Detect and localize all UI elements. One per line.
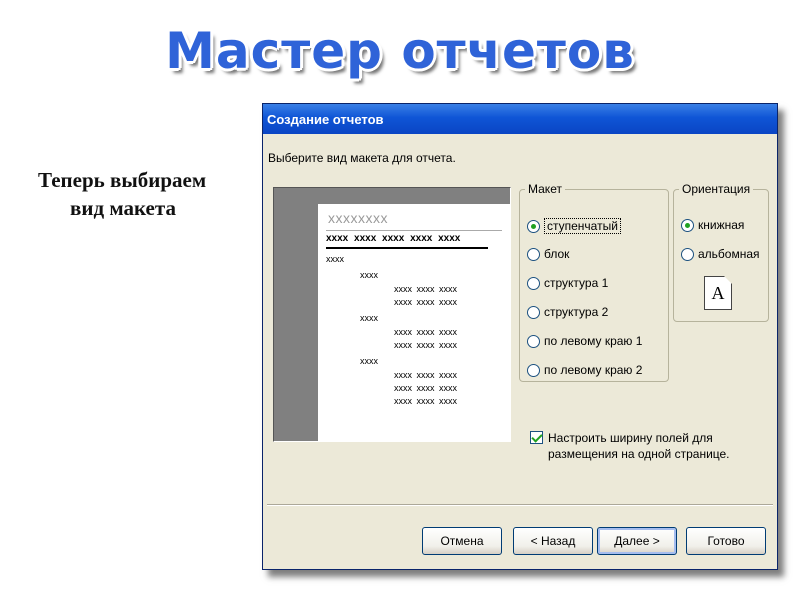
caption-line-2: вид макета — [70, 196, 176, 220]
radio-layout-block[interactable]: блок — [527, 247, 569, 261]
radio-layout-stepped[interactable]: ступенчатый — [527, 218, 621, 234]
preview-row: xxxx xxxx xxxx — [394, 297, 458, 307]
radio-selected-icon — [527, 219, 540, 233]
radio-layout-align-left-2[interactable]: по левому краю 2 — [527, 363, 642, 377]
radio-icon — [527, 305, 540, 319]
radio-selected-icon — [681, 218, 694, 232]
radio-icon — [527, 334, 540, 348]
fit-width-checkbox[interactable]: Настроить ширину полей для размещения на… — [530, 430, 758, 462]
layout-prompt: Выберите вид макета для отчета. — [268, 151, 456, 165]
preview-header-rule — [326, 247, 488, 249]
back-button[interactable]: < Назад — [513, 527, 593, 555]
layout-group-label: Макет — [528, 182, 562, 196]
preview-page: xxxxxxxx xxxx xxxx xxxx xxxx xxxx xxxx x… — [318, 204, 510, 442]
preview-row: xxxx xxxx xxxx — [394, 327, 458, 337]
preview-row: xxxx — [326, 254, 344, 264]
checkbox-label: Настроить ширину полей для размещения на… — [548, 431, 730, 461]
checkbox-checked-icon — [530, 431, 543, 444]
orientation-group: Ориентация книжная альбомная A — [673, 182, 769, 322]
cancel-button[interactable]: Отмена — [422, 527, 502, 555]
preview-row: xxxx xxxx xxxx — [394, 396, 458, 406]
portrait-page-icon: A — [704, 276, 732, 310]
preview-row: xxxx — [360, 270, 378, 280]
radio-label: по левому краю 1 — [544, 334, 643, 348]
radio-icon — [527, 247, 540, 261]
radio-icon — [527, 363, 540, 377]
layout-preview: xxxxxxxx xxxx xxxx xxxx xxxx xxxx xxxx x… — [273, 187, 511, 442]
preview-row: xxxx xxxx xxxx — [394, 383, 458, 393]
preview-title: xxxxxxxx — [328, 210, 388, 226]
radio-label: альбомная — [698, 247, 760, 261]
orientation-group-label: Ориентация — [682, 182, 751, 196]
radio-orientation-landscape[interactable]: альбомная — [681, 247, 760, 261]
radio-orientation-portrait[interactable]: книжная — [681, 218, 744, 232]
radio-layout-outline-2[interactable]: структура 2 — [527, 305, 608, 319]
preview-row: xxxx xxxx xxxx — [394, 284, 458, 294]
finish-button[interactable]: Готово — [686, 527, 766, 555]
preview-row: xxxx — [360, 356, 378, 366]
radio-layout-outline-1[interactable]: структура 1 — [527, 276, 608, 290]
radio-label: книжная — [698, 218, 745, 232]
radio-icon — [681, 247, 694, 261]
radio-layout-align-left-1[interactable]: по левому краю 1 — [527, 334, 642, 348]
radio-label: структура 1 — [544, 276, 609, 290]
preview-row: xxxx — [360, 313, 378, 323]
radio-label: по левому краю 2 — [544, 363, 643, 377]
slide-title: Мастер отчетов — [165, 22, 635, 80]
dialog-divider — [267, 504, 773, 506]
radio-label: структура 2 — [544, 305, 609, 319]
caption-line-1: Теперь выбираем — [38, 168, 207, 192]
next-button[interactable]: Далее > — [597, 527, 677, 555]
radio-label: ступенчатый — [544, 218, 621, 234]
preview-header: xxxx xxxx xxxx xxxx xxxx — [326, 233, 461, 244]
dialog-titlebar[interactable]: Создание отчетов — [263, 104, 777, 134]
layout-group: Макет ступенчатый блок структура 1 струк… — [519, 182, 669, 382]
preview-row: xxxx xxxx xxxx — [394, 370, 458, 380]
report-wizard-dialog: Создание отчетов Выберите вид макета для… — [262, 103, 778, 570]
radio-label: блок — [544, 247, 570, 261]
slide-caption: Теперь выбираем вид макета — [28, 166, 258, 222]
preview-row: xxxx xxxx xxxx — [394, 340, 458, 350]
radio-icon — [527, 276, 540, 290]
preview-rule — [326, 230, 502, 231]
